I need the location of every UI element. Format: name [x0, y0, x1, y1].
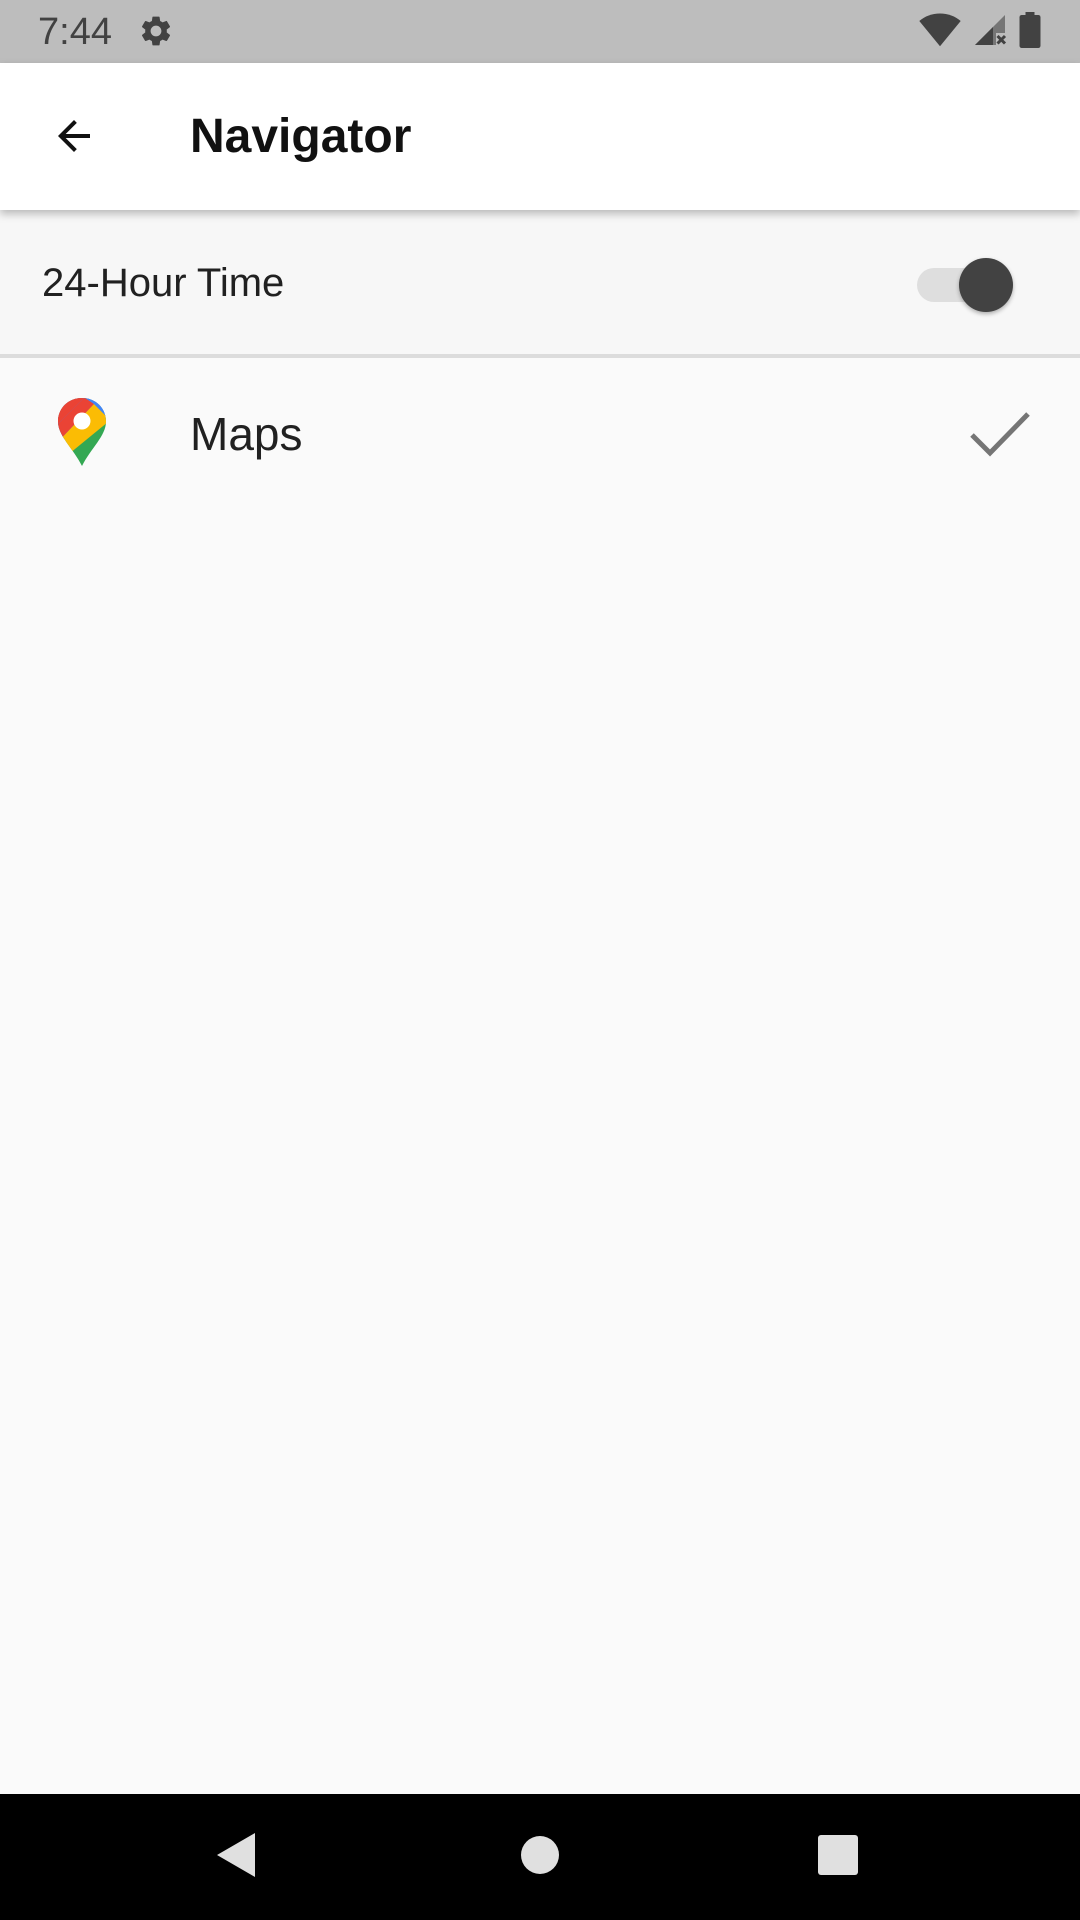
battery-icon [1018, 11, 1042, 53]
nav-home-button[interactable] [507, 1824, 573, 1890]
nav-back-icon [213, 1830, 261, 1885]
setting-label: 24-Hour Time [42, 261, 285, 305]
status-icons [918, 11, 1042, 53]
list-item-label: Maps [190, 408, 303, 460]
wifi-icon [918, 12, 962, 53]
nav-back-button[interactable] [204, 1824, 270, 1890]
nav-recents-icon [817, 1834, 859, 1881]
24-hour-time-switch[interactable] [915, 258, 1015, 312]
list-item-maps[interactable]: Maps [0, 358, 1080, 508]
nav-home-icon [520, 1835, 560, 1880]
app-bar: Navigator [0, 63, 1080, 210]
screen: 7:44 Navigator 24-Hour Time Maps [0, 0, 1080, 1920]
status-bar: 7:44 [0, 0, 1080, 63]
check-icon [968, 408, 1032, 460]
setting-row-24-hour-time[interactable]: 24-Hour Time [0, 210, 1080, 356]
google-maps-icon [56, 396, 108, 468]
page-title: Navigator [190, 110, 412, 163]
switch-thumb [959, 258, 1013, 312]
status-time: 7:44 [38, 11, 112, 53]
gear-icon [138, 13, 174, 49]
nav-recents-button[interactable] [805, 1824, 871, 1890]
system-nav-bar [0, 1794, 1080, 1920]
arrow-back-icon [50, 112, 98, 165]
cellular-no-signal-icon [972, 12, 1008, 53]
back-button[interactable] [36, 103, 111, 173]
